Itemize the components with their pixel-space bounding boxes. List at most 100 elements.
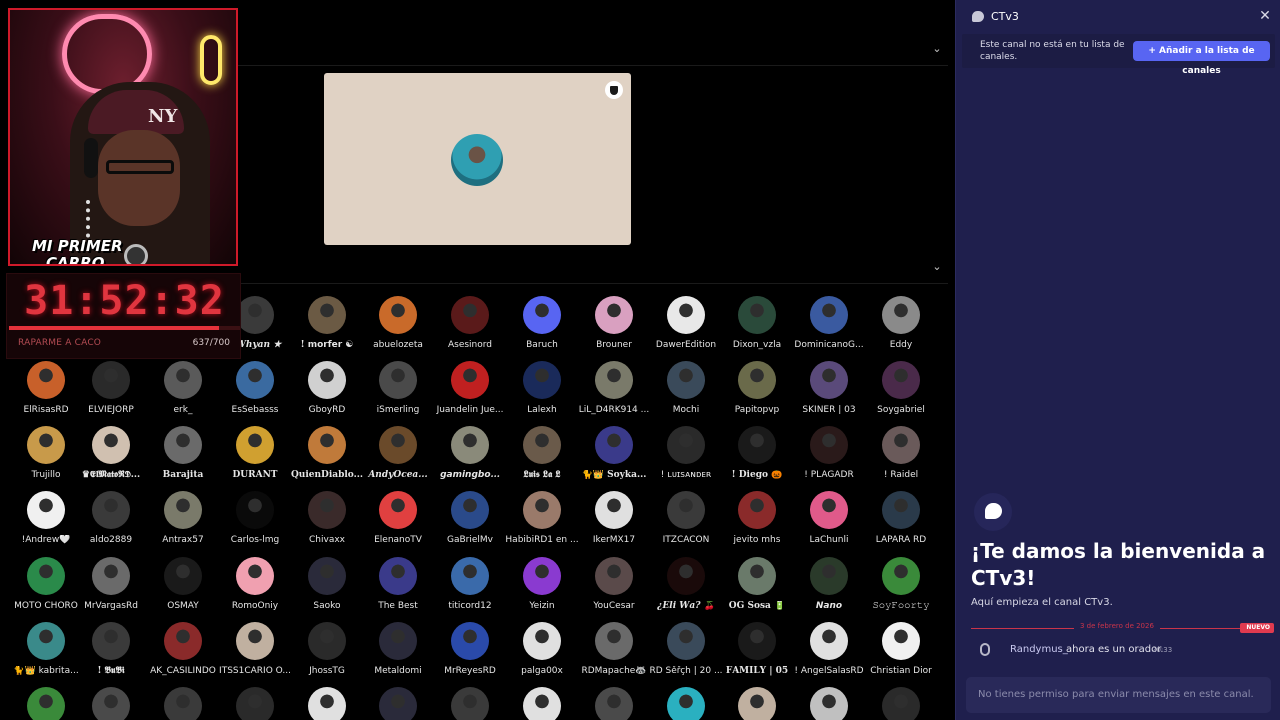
audience-member[interactable]: DURANT <box>219 426 291 488</box>
avatar[interactable] <box>810 426 848 464</box>
audience-member[interactable]: SKINER | 03 <box>793 361 865 423</box>
avatar[interactable] <box>164 361 202 399</box>
avatar[interactable] <box>27 491 65 529</box>
audience-member[interactable]: OG Sosa 🔋 <box>721 557 793 619</box>
avatar[interactable] <box>810 296 848 334</box>
avatar[interactable] <box>667 296 705 334</box>
avatar[interactable] <box>27 361 65 399</box>
avatar[interactable] <box>667 557 705 595</box>
audience-member[interactable]: 𝑨𝒏𝒅𝒚𝑶𝒄𝒆𝒂... <box>362 426 434 488</box>
avatar[interactable] <box>451 296 489 334</box>
avatar[interactable] <box>738 361 776 399</box>
avatar[interactable] <box>738 426 776 464</box>
avatar[interactable] <box>595 426 633 464</box>
audience-member[interactable]: Lalexh <box>506 361 578 423</box>
audience-member[interactable]: DawerEdition <box>650 296 722 358</box>
audience-member[interactable]: HabibiRD1 en ... <box>505 491 579 553</box>
chevron-down-icon[interactable]: ⌄ <box>930 42 944 56</box>
avatar[interactable] <box>92 687 130 720</box>
avatar[interactable] <box>595 296 633 334</box>
audience-member[interactable]: ! Diego 🎃 <box>721 426 793 488</box>
avatar[interactable] <box>451 361 489 399</box>
audience-member[interactable]: Soygabriel <box>865 361 937 423</box>
audience-member[interactable]: iSmerling <box>362 361 434 423</box>
audience-member[interactable]: LiL_D4RK914 ... <box>578 361 650 423</box>
avatar[interactable] <box>810 557 848 595</box>
avatar[interactable] <box>595 622 633 660</box>
audience-member[interactable]: LaChunli <box>793 491 865 553</box>
audience-member[interactable] <box>10 687 82 720</box>
audience-member[interactable]: Brouner <box>578 296 650 358</box>
avatar[interactable] <box>164 491 202 529</box>
audience-member[interactable]: ! PLAGADR <box>793 426 865 488</box>
avatar[interactable] <box>451 622 489 660</box>
audience-member[interactable]: Carlos-lmg <box>219 491 291 553</box>
avatar[interactable] <box>523 491 561 529</box>
add-to-channel-list-button[interactable]: + Añadir a la lista de canales <box>1133 41 1270 76</box>
avatar[interactable] <box>810 361 848 399</box>
audience-member[interactable]: GaBrielMv <box>434 491 506 553</box>
avatar[interactable] <box>882 491 920 529</box>
audience-member[interactable]: titicord12 <box>434 557 506 619</box>
avatar[interactable] <box>308 687 346 720</box>
avatar[interactable] <box>667 491 705 529</box>
avatar[interactable] <box>595 491 633 529</box>
audience-member[interactable] <box>865 687 937 720</box>
audience-member[interactable]: MrReyesRD <box>434 622 506 684</box>
avatar[interactable] <box>810 687 848 720</box>
audience-member[interactable] <box>650 687 722 720</box>
audience-member[interactable]: MrVargasRd <box>75 557 147 619</box>
audience-member[interactable]: ¿𝑬𝒍𝒊 𝑾𝒂? 🍒 <box>650 557 722 619</box>
avatar[interactable] <box>308 426 346 464</box>
avatar[interactable] <box>667 622 705 660</box>
avatar[interactable] <box>379 687 417 720</box>
avatar[interactable] <box>92 361 130 399</box>
avatar[interactable] <box>379 296 417 334</box>
audience-member[interactable]: palga00x <box>506 622 578 684</box>
audience-member[interactable]: ITZCACON <box>650 491 722 553</box>
audience-member[interactable]: 𝙜𝙖𝙢𝙞𝙣𝙜𝙗𝙤... <box>434 426 506 488</box>
audience-member[interactable]: Metaldomi <box>362 622 434 684</box>
avatar[interactable] <box>882 361 920 399</box>
avatar[interactable] <box>810 622 848 660</box>
avatar[interactable] <box>236 426 274 464</box>
audience-member[interactable]: Asesinord <box>434 296 506 358</box>
audience-member[interactable] <box>219 687 291 720</box>
audience-member[interactable]: Yeizin <box>506 557 578 619</box>
audience-member[interactable]: abuelozeta <box>362 296 434 358</box>
audience-member[interactable]: Christian Dior <box>865 622 937 684</box>
message-username[interactable]: Randymus_ <box>1010 644 1068 655</box>
avatar[interactable] <box>882 557 920 595</box>
avatar[interactable] <box>27 426 65 464</box>
audience-member[interactable] <box>506 687 578 720</box>
avatar[interactable] <box>92 426 130 464</box>
audience-member[interactable]: ElenanoTV <box>362 491 434 553</box>
audience-member[interactable]: 𝕷𝖚𝖎𝖘 𝕷𝖆 𝕷 <box>506 426 578 488</box>
avatar[interactable] <box>595 361 633 399</box>
avatar[interactable] <box>882 426 920 464</box>
avatar[interactable] <box>738 622 776 660</box>
audience-member[interactable] <box>362 687 434 720</box>
avatar[interactable] <box>164 557 202 595</box>
avatar[interactable] <box>667 687 705 720</box>
avatar[interactable] <box>451 426 489 464</box>
avatar[interactable] <box>27 557 65 595</box>
audience-member[interactable]: Mochi <box>650 361 722 423</box>
audience-member[interactable]: aldo2889 <box>75 491 147 553</box>
avatar[interactable] <box>236 491 274 529</box>
audience-member[interactable] <box>291 687 363 720</box>
avatar[interactable] <box>308 296 346 334</box>
avatar[interactable] <box>667 426 705 464</box>
audience-member[interactable]: 🐈👑 Soyka... <box>578 426 650 488</box>
audience-member[interactable] <box>434 687 506 720</box>
avatar[interactable] <box>738 687 776 720</box>
audience-member[interactable]: 𝚂𝚘𝚢𝙵𝚘𝚘𝚛𝚝𝚢 <box>865 557 937 619</box>
audience-member[interactable]: JhossTG <box>291 622 363 684</box>
avatar[interactable] <box>882 687 920 720</box>
avatar[interactable] <box>667 361 705 399</box>
audience-member[interactable]: QuienDiablo... <box>291 426 363 488</box>
avatar[interactable] <box>379 622 417 660</box>
audience-member[interactable] <box>721 687 793 720</box>
audience-member[interactable]: IkerMX17 <box>578 491 650 553</box>
audience-member[interactable]: Saoko <box>291 557 363 619</box>
